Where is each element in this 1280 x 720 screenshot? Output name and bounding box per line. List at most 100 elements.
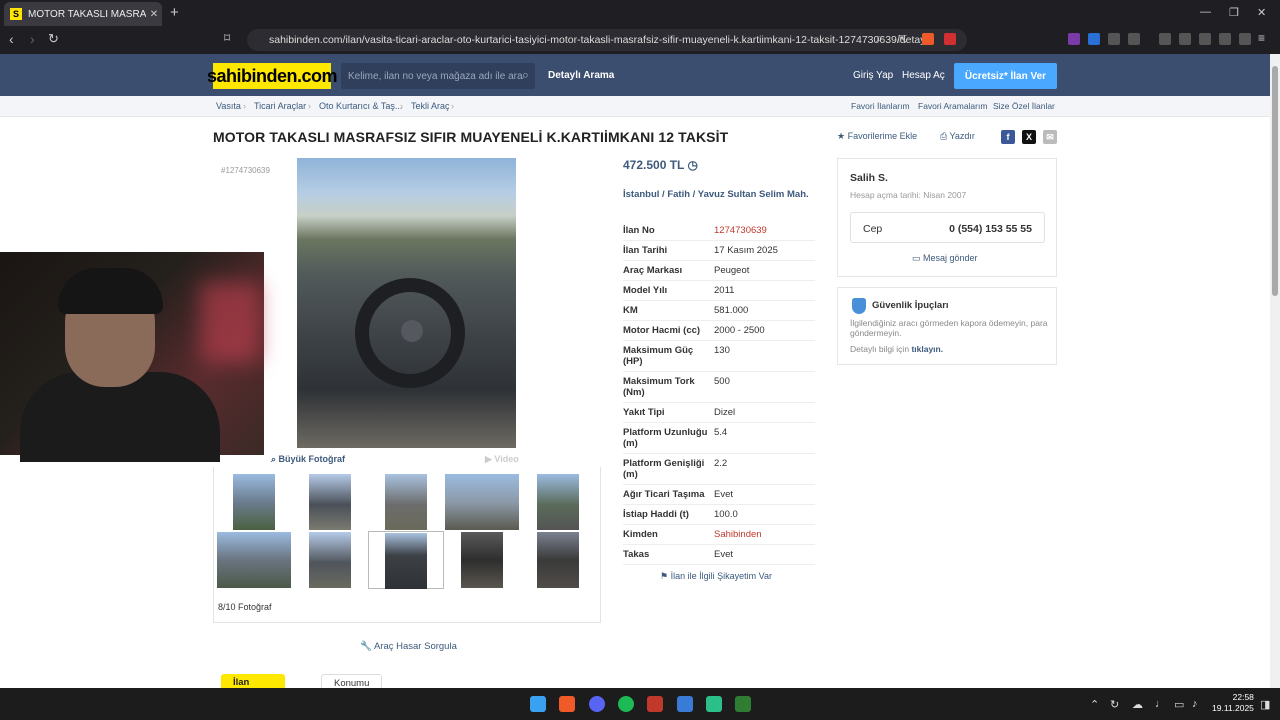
advanced-search-link[interactable]: Detaylı Arama: [548, 70, 614, 81]
thumbnail-gallery: [213, 467, 601, 623]
location-link[interactable]: İstanbul / Fatih / Yavuz Sultan Selim Ma…: [623, 189, 813, 200]
menu-icon[interactable]: ≡: [1258, 31, 1265, 45]
start-icon[interactable]: [530, 696, 546, 712]
add-favorite-button[interactable]: ★ Favorilerime Ekle: [837, 131, 917, 142]
video-button[interactable]: ▶ Video: [485, 454, 519, 465]
media-icon[interactable]: [1179, 33, 1191, 45]
microphone-icon[interactable]: ♩: [1155, 698, 1166, 710]
favorite-searches-link[interactable]: Favori Aramalarım: [918, 101, 987, 111]
personalized-listings-link[interactable]: Size Özel İlanlar: [993, 101, 1055, 111]
thumbnail-selected[interactable]: [368, 531, 444, 589]
add-favorite-label: Favorilerime Ekle: [847, 131, 918, 141]
login-link[interactable]: Giriş Yap: [853, 70, 893, 81]
print-label: Yazdır: [949, 131, 975, 141]
seller-card: Salih S. Hesap açma tarihi: Nisan 2007 C…: [837, 158, 1057, 277]
app-icon[interactable]: [647, 696, 663, 712]
share-icon[interactable]: ⇱: [898, 33, 907, 46]
breadcrumb-item[interactable]: Vasıta: [216, 101, 241, 111]
facebook-icon[interactable]: f: [1001, 130, 1015, 144]
vpn-icon[interactable]: [1239, 33, 1251, 45]
network-icon[interactable]: ▭: [1174, 698, 1184, 711]
print-button[interactable]: ⎙ Yazdır: [940, 131, 975, 142]
zoom-icon[interactable]: ⌕: [876, 31, 883, 46]
damage-query-link[interactable]: 🔧 Araç Hasar Sorgula: [360, 641, 457, 652]
download-icon[interactable]: [1159, 33, 1171, 45]
brave-browser-icon[interactable]: [559, 696, 575, 712]
volume-icon[interactable]: ♪: [1192, 698, 1198, 710]
forward-icon[interactable]: ›: [30, 31, 35, 47]
discord-icon[interactable]: [589, 696, 605, 712]
thumbnail[interactable]: [520, 532, 596, 588]
detail-value: 17 Kasım 2025: [714, 245, 778, 256]
onedrive-icon[interactable]: ☁: [1132, 698, 1143, 711]
tab-close-button[interactable]: ✕: [146, 9, 162, 20]
breadcrumb-item[interactable]: Oto Kurtarıcı & Taş...: [319, 101, 402, 111]
breadcrumb-item[interactable]: Ticari Araçlar: [254, 101, 306, 111]
thumbnail[interactable]: [444, 532, 520, 588]
breadcrumb-separator: ›: [400, 101, 403, 111]
thumbnail[interactable]: [292, 532, 368, 588]
site-logo[interactable]: sahibinden.com: [207, 63, 338, 89]
notification-icon[interactable]: ◨: [1260, 698, 1270, 711]
minimize-button[interactable]: —: [1200, 6, 1211, 18]
brave-shields-icon[interactable]: [922, 33, 934, 45]
search-input[interactable]: Kelime, ilan no veya mağaza adı ile ara …: [341, 63, 535, 89]
detail-key: Maksimum Tork (Nm): [623, 376, 695, 398]
search-icon[interactable]: ⌕: [522, 67, 529, 83]
main-photo[interactable]: [297, 158, 516, 448]
big-photo-button[interactable]: ⌕ Büyük Fotoğraf: [271, 454, 345, 465]
tab-title: MOTOR TAKASLI MASRAFSIZ SI: [28, 8, 146, 20]
send-message-button[interactable]: ▭ Mesaj gönder: [912, 253, 978, 264]
tray-overflow-icon[interactable]: ⌃: [1090, 698, 1099, 711]
complaint-link[interactable]: ⚑ İlan ile İlgili Şikayetim Var: [660, 571, 772, 582]
puzzle-icon[interactable]: [1108, 33, 1120, 45]
app-2-icon[interactable]: [706, 696, 722, 712]
sidebar-icon[interactable]: [1128, 33, 1140, 45]
wallet-icon[interactable]: [1199, 33, 1211, 45]
favorite-listings-link[interactable]: Favori İlanlarım: [851, 101, 910, 111]
seller-name[interactable]: Salih S.: [850, 172, 888, 184]
extension-2-icon[interactable]: [1088, 33, 1100, 45]
safety-more: Detaylı bilgi için tıklayın.: [850, 344, 943, 354]
scrollbar-thumb[interactable]: [1272, 66, 1278, 296]
favicon-icon: S: [10, 8, 22, 20]
system-clock[interactable]: 22:58 19.11.2025: [1212, 692, 1254, 714]
safety-more-link[interactable]: tıklayın.: [911, 344, 943, 354]
thumbnail[interactable]: [216, 474, 292, 530]
settings-app-icon[interactable]: [677, 696, 693, 712]
phone-number[interactable]: 0 (554) 153 55 55: [949, 223, 1032, 235]
thumbnail[interactable]: [444, 474, 520, 530]
maximize-button[interactable]: ❐: [1229, 6, 1239, 19]
x-twitter-icon[interactable]: X: [1022, 130, 1036, 144]
leo-ai-icon[interactable]: [1219, 33, 1231, 45]
site-header: sahibinden.com Kelime, ilan no veya mağa…: [0, 54, 1270, 96]
register-link[interactable]: Hesap Aç: [902, 70, 945, 81]
app-3-icon[interactable]: [735, 696, 751, 712]
new-tab-button[interactable]: +: [170, 4, 179, 21]
thumbnail[interactable]: [216, 532, 292, 588]
browser-tab[interactable]: S MOTOR TAKASLI MASRAFSIZ SI ✕: [4, 2, 162, 26]
shield-icon: [852, 298, 866, 314]
steering-wheel-image: [355, 278, 465, 388]
price-history-icon[interactable]: ◷: [688, 158, 698, 172]
tray-sync-icon[interactable]: ↻: [1110, 698, 1119, 711]
breadcrumb-item[interactable]: Tekli Araç: [411, 101, 450, 111]
address-bar[interactable]: sahibinden.com/ilan/vasita-ticari-aracla…: [247, 29, 967, 51]
window-close-button[interactable]: ✕: [1257, 6, 1266, 19]
detail-key: Platform Genişliği (m): [623, 458, 705, 480]
page-scrollbar[interactable]: [1270, 54, 1280, 688]
thumbnail[interactable]: [520, 474, 596, 530]
reload-icon[interactable]: ↻: [48, 31, 59, 47]
thumbnail[interactable]: [368, 474, 444, 530]
url-text: sahibinden.com/ilan/vasita-ticari-aracla…: [269, 34, 926, 46]
thumbnail[interactable]: [292, 474, 368, 530]
brave-rewards-icon[interactable]: [944, 33, 956, 45]
video-label: Video: [494, 454, 519, 464]
bookmark-icon[interactable]: ⌑: [224, 31, 230, 45]
back-icon[interactable]: ‹: [9, 31, 14, 47]
send-message-label: Mesaj gönder: [923, 253, 978, 263]
spotify-icon[interactable]: [618, 696, 634, 712]
post-ad-button[interactable]: Ücretsiz* İlan Ver: [954, 63, 1057, 89]
email-share-icon[interactable]: ✉: [1043, 130, 1057, 144]
extension-icon[interactable]: [1068, 33, 1080, 45]
